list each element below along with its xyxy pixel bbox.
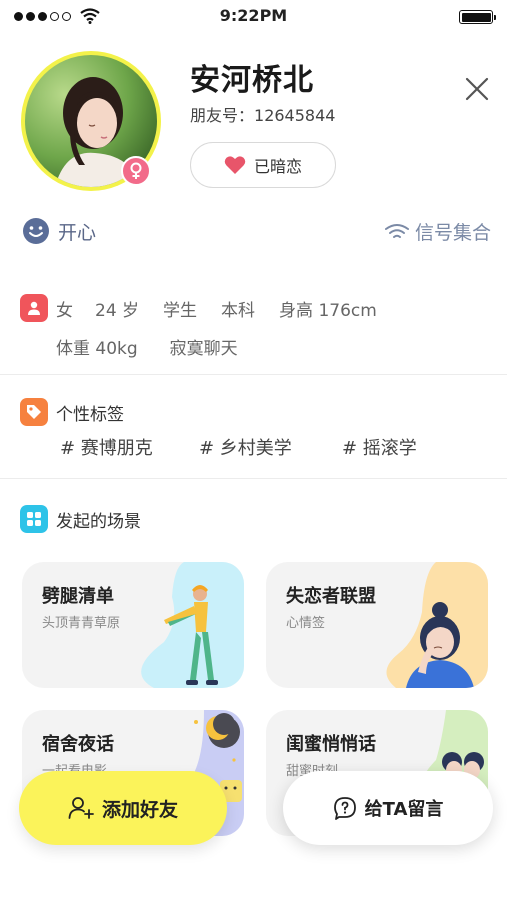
- wifi-signal-icon: [384, 223, 409, 238]
- signal-set-link[interactable]: 信号集合: [384, 218, 491, 245]
- tag-item[interactable]: # 赛博朋克: [60, 434, 153, 460]
- stretching-figure-illustration: [141, 562, 244, 688]
- add-friend-label: 添加好友: [101, 798, 178, 821]
- divider: [0, 478, 507, 479]
- scene-card-title: 宿舍夜话: [42, 734, 114, 755]
- scenes-header: 发起的场景: [20, 505, 141, 533]
- add-friend-button[interactable]: 添加好友: [19, 771, 227, 845]
- basic-info: 女 24 岁 学生 本科 身高 176cm 体重 40kg 寂寞聊天: [20, 294, 377, 359]
- friend-id: 朋友号：12645844: [190, 102, 335, 126]
- mood-status[interactable]: 开心: [22, 217, 96, 245]
- grid-icon: [20, 505, 48, 533]
- add-user-icon: [68, 797, 94, 819]
- info-education: 本科: [221, 300, 256, 321]
- info-height: 身高 176cm: [279, 300, 377, 321]
- tags-title: 个性标签: [56, 404, 124, 425]
- status-bar: 9:22PM: [0, 0, 507, 34]
- scene-card-subtitle: 心情签: [286, 616, 326, 631]
- profile-name: 安河桥北: [190, 63, 314, 98]
- info-status: 寂寞聊天: [169, 339, 238, 359]
- tag-item[interactable]: # 摇滚学: [342, 434, 417, 460]
- mood-label: 开心: [58, 221, 97, 244]
- tags-header: 个性标签: [20, 398, 124, 426]
- question-bubble-icon: [333, 797, 356, 820]
- heart-icon: [224, 156, 246, 174]
- scene-card[interactable]: 劈腿清单 头顶青青草原: [22, 562, 244, 688]
- leave-message-label: 给TA留言: [364, 799, 444, 820]
- scenes-title: 发起的场景: [56, 511, 141, 532]
- scene-card-subtitle: 头顶青青草原: [42, 616, 121, 631]
- info-occupation: 学生: [163, 300, 198, 321]
- close-icon[interactable]: [462, 74, 492, 104]
- signal-set-label: 信号集合: [414, 222, 491, 244]
- leave-message-button[interactable]: 给TA留言: [283, 771, 493, 845]
- scene-card-title: 劈腿清单: [42, 586, 114, 607]
- user-icon: [20, 294, 48, 322]
- friend-id-value: 12645844: [254, 106, 336, 125]
- sad-girl-illustration: [386, 562, 488, 688]
- friend-id-label: 朋友号：: [190, 106, 255, 125]
- divider: [0, 374, 507, 375]
- scene-card-title: 失恋者联盟: [286, 586, 376, 607]
- crush-button[interactable]: 已暗恋: [190, 142, 336, 188]
- female-gender-icon: [121, 156, 151, 186]
- info-weight: 体重 40kg: [56, 339, 138, 359]
- info-gender: 女: [56, 300, 73, 321]
- tag-icon: [20, 398, 48, 426]
- scene-card-title: 闺蜜悄悄话: [286, 734, 376, 755]
- battery-icon: [459, 10, 496, 24]
- smile-icon: [23, 218, 49, 244]
- tag-item[interactable]: # 乡村美学: [199, 434, 292, 460]
- status-time: 9:22PM: [219, 6, 288, 25]
- crush-label: 已暗恋: [253, 157, 302, 176]
- scene-card[interactable]: 失恋者联盟 心情签: [266, 562, 488, 688]
- info-age: 24 岁: [95, 300, 140, 321]
